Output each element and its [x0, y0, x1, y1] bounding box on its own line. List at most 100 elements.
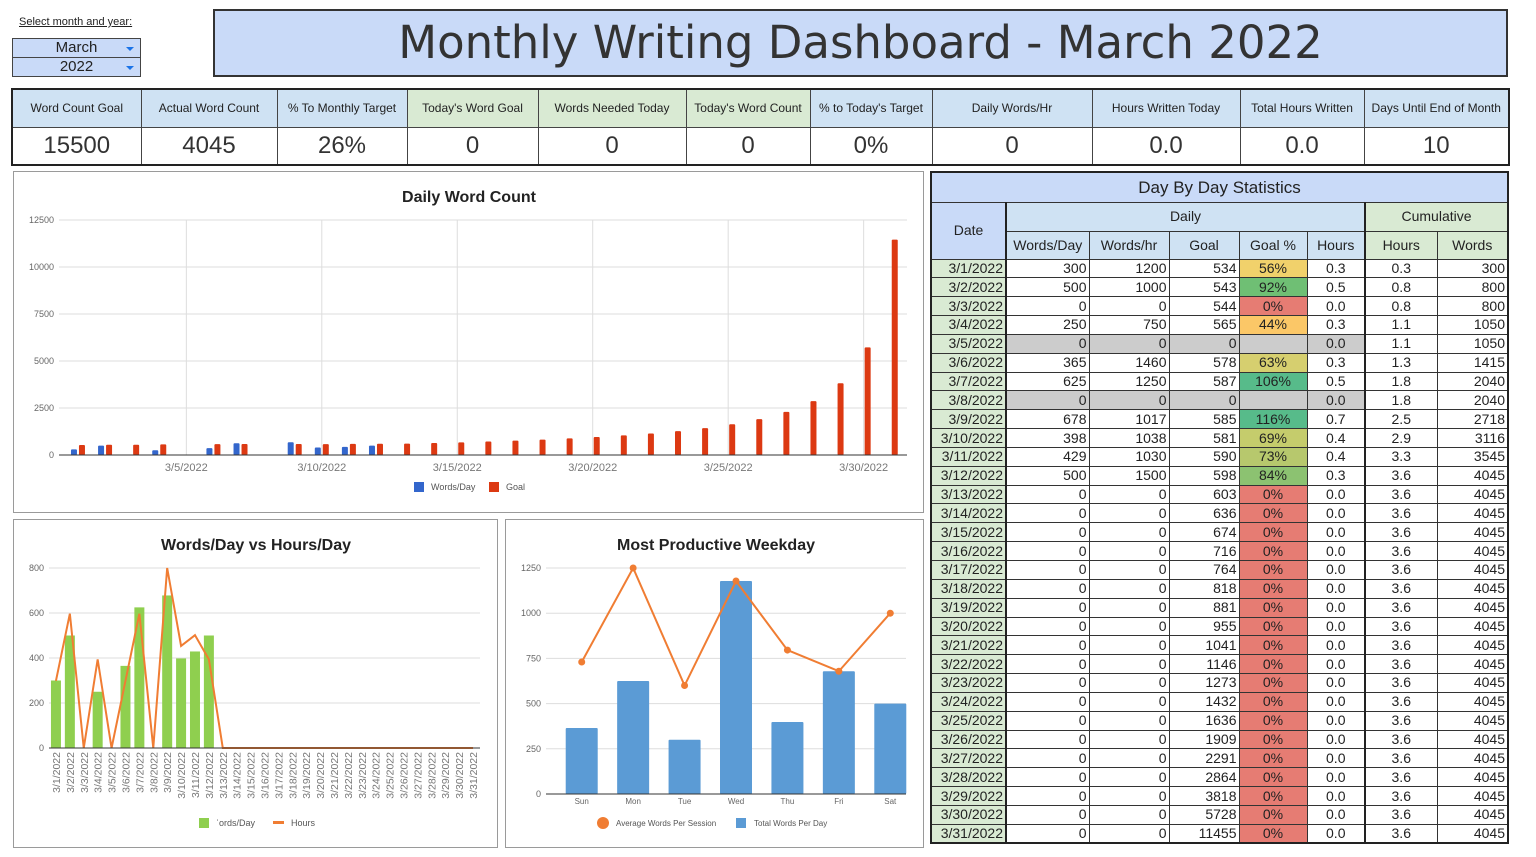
x-tick-label: 3/31/2022: [468, 752, 480, 799]
cell-pct: 44%: [1238, 315, 1308, 335]
cell-date: 3/30/2022: [930, 804, 1007, 825]
cell-date: 3/19/2022: [930, 597, 1007, 618]
x-tick-label: Sun: [575, 797, 589, 806]
cell-cum-hours: 3.6: [1364, 823, 1438, 844]
cell-wph: 1038: [1088, 428, 1170, 448]
kpi-value: 0.0: [1091, 126, 1241, 166]
x-tick-label: 3/3/2022: [79, 752, 91, 793]
cell-words: 0: [1005, 560, 1090, 580]
cell-pct: 63%: [1238, 352, 1308, 373]
cell-goal: 590: [1168, 446, 1240, 467]
y-tick-label: 800: [29, 563, 44, 573]
bar-goal: [837, 383, 844, 455]
cell-words: 300: [1005, 258, 1090, 279]
x-tick-label: 3/16/2022: [260, 752, 272, 799]
cell-pct: 0%: [1238, 503, 1308, 524]
cell-goal: 764: [1168, 560, 1240, 580]
table-row: 3/5/2022 0 0 0 0.0 1.1 1050: [930, 333, 1509, 354]
cell-hours: 0.0: [1306, 597, 1366, 618]
x-tick-label: 3/8/2022: [148, 752, 160, 793]
cell-hours: 0.0: [1306, 541, 1366, 561]
legend-swatch-hours: [273, 821, 284, 824]
cell-cum-words: 2040: [1436, 371, 1509, 392]
cell-wph: 1200: [1088, 258, 1170, 279]
table-row: 3/18/2022 0 0 818 0% 0.0 3.6 4045: [930, 578, 1509, 599]
cell-hours: 0.0: [1306, 578, 1366, 599]
cell-date: 3/24/2022: [930, 691, 1007, 712]
cell-cum-hours: 3.6: [1364, 729, 1438, 750]
cell-goal: 1636: [1168, 710, 1240, 731]
y-tick-label: 250: [526, 744, 541, 754]
cell-date: 3/5/2022: [930, 333, 1007, 354]
y-tick-label: 1000: [521, 608, 541, 618]
cell-words: 0: [1005, 333, 1090, 354]
kpi-label: Daily Words/Hr: [931, 88, 1093, 128]
cell-wph: 0: [1088, 541, 1170, 561]
dropdown-arrow-icon[interactable]: [126, 66, 134, 70]
weekday-chart: Most Productive Weekday 0 250 500 750 1000 125…: [505, 519, 924, 848]
cell-cum-hours: 1.8: [1364, 390, 1438, 411]
bar-goal: [458, 442, 465, 455]
cell-cum-words: 4045: [1436, 503, 1509, 524]
bar-goal: [512, 440, 519, 455]
cell-pct: 0%: [1238, 560, 1308, 580]
cell-date: 3/18/2022: [930, 578, 1007, 599]
bar-goal: [214, 444, 221, 455]
cell-wph: 0: [1088, 333, 1170, 354]
cell-cum-hours: 2.5: [1364, 409, 1438, 430]
dropdown-arrow-icon[interactable]: [126, 47, 134, 51]
x-tick-label: 3/4/2022: [93, 752, 105, 793]
x-tick-label: 3/25/2022: [385, 752, 397, 799]
cell-words: 0: [1005, 522, 1090, 543]
cell-wph: 0: [1088, 578, 1170, 599]
table-row: 3/30/2022 0 0 5728 0% 0.0 3.6 4045: [930, 804, 1509, 825]
x-tick-label: 3/9/2022: [162, 752, 174, 793]
bar-words-per-day: [189, 651, 200, 748]
cell-wph: 0: [1088, 654, 1170, 675]
cell-date: 3/21/2022: [930, 635, 1007, 656]
bar-goal: [864, 347, 871, 455]
cell-cum-hours: 3.6: [1364, 786, 1438, 806]
cell-hours: 0.0: [1306, 748, 1366, 769]
bar-total-words: [874, 703, 907, 794]
cell-goal: 674: [1168, 522, 1240, 543]
words-vs-hours-chart: Words/Day vs Hours/Day 0 200 400 600 800 3/1/2…: [13, 519, 498, 848]
x-tick-label: 3/14/2022: [232, 752, 244, 799]
cell-cum-words: 800: [1436, 277, 1509, 298]
cell-hours: 0.3: [1306, 465, 1366, 486]
cell-wph: 1000: [1088, 277, 1170, 298]
bar-goal: [322, 444, 329, 455]
kpi-table: Word Count Goal Actual Word Count% To Mon…: [11, 88, 1510, 166]
cell-date: 3/28/2022: [930, 767, 1007, 788]
x-tick-label: 3/30/2022: [454, 752, 466, 799]
cell-cum-words: 4045: [1436, 465, 1509, 486]
kpi-label: % To Monthly Target: [276, 88, 408, 128]
cell-wph: 0: [1088, 691, 1170, 712]
table-row: 3/27/2022 0 0 2291 0% 0.0 3.6 4045: [930, 748, 1509, 769]
cell-words: 429: [1005, 446, 1090, 467]
cell-hours: 0.0: [1306, 654, 1366, 675]
cell-wph: 0: [1088, 748, 1170, 769]
cell-words: 0: [1005, 767, 1090, 788]
table-row: 3/2/2022 500 1000 543 92% 0.5 0.8 800: [930, 277, 1509, 298]
cell-goal: 636: [1168, 503, 1240, 524]
x-tick-label: 3/23/2022: [357, 752, 369, 799]
year-dropdown[interactable]: 2022: [12, 57, 141, 77]
cell-date: 3/6/2022: [930, 352, 1007, 373]
bar-goal: [566, 438, 573, 455]
y-tick-label: 750: [526, 653, 541, 663]
x-tick-label: 3/6/2022: [120, 752, 132, 793]
cell-words: 0: [1005, 673, 1090, 693]
year-value: 2022: [59, 58, 94, 75]
cell-pct: 0%: [1238, 635, 1308, 656]
daily-group-header: Daily: [1005, 201, 1366, 232]
cell-goal: 0: [1168, 333, 1240, 354]
cell-pct: 92%: [1238, 277, 1308, 298]
cell-words: 0: [1005, 541, 1090, 561]
month-dropdown[interactable]: March: [12, 38, 141, 58]
cell-cum-words: 4045: [1436, 522, 1509, 543]
cell-goal: 5728: [1168, 804, 1240, 825]
cell-wph: 0: [1088, 616, 1170, 637]
x-tick-label: 3/12/2022: [204, 752, 216, 799]
x-tick-label: 3/22/2022: [343, 752, 355, 799]
